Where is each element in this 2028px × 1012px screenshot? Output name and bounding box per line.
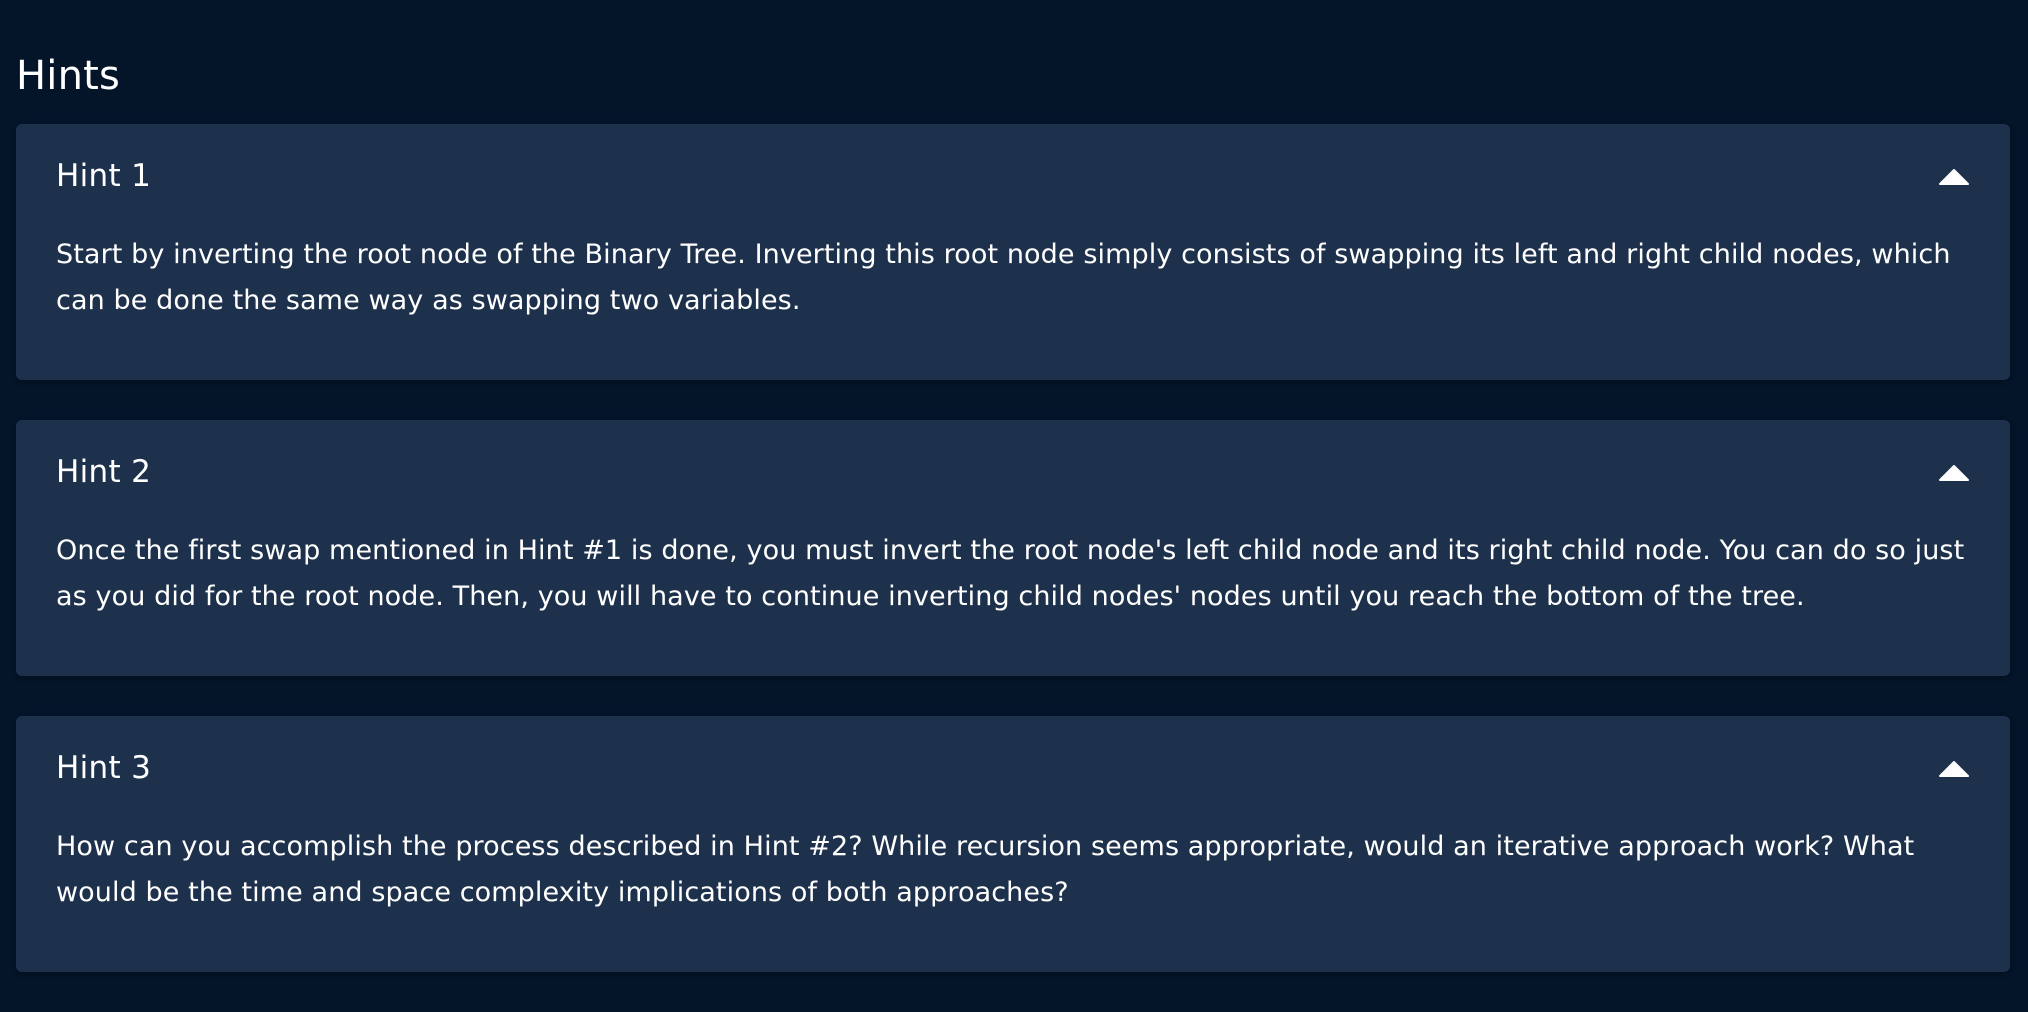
hint-1-label: Hint 1 bbox=[56, 158, 152, 194]
hint-2-toggle[interactable]: Hint 2 bbox=[56, 420, 1970, 524]
hint-3-label: Hint 3 bbox=[56, 750, 152, 786]
hint-1-text: Start by inverting the root node of the … bbox=[56, 239, 1951, 316]
hints-list: Hint 1 Start by inverting the root node … bbox=[16, 124, 2010, 1012]
hint-2-label: Hint 2 bbox=[56, 454, 152, 490]
hint-card-1: Hint 1 Start by inverting the root node … bbox=[16, 124, 2010, 380]
hint-2-text: Once the first swap mentioned in Hint #1… bbox=[56, 535, 1965, 612]
caret-up-icon[interactable] bbox=[1938, 166, 1970, 186]
hint-3-text: How can you accomplish the process descr… bbox=[56, 831, 1915, 908]
hint-1-toggle[interactable]: Hint 1 bbox=[56, 124, 1970, 228]
caret-up-icon[interactable] bbox=[1938, 758, 1970, 778]
hint-card-2: Hint 2 Once the first swap mentioned in … bbox=[16, 420, 2010, 676]
hints-heading: Hints bbox=[16, 53, 121, 99]
caret-up-icon[interactable] bbox=[1938, 462, 1970, 482]
hint-card-3: Hint 3 How can you accomplish the proces… bbox=[16, 716, 2010, 972]
hint-3-toggle[interactable]: Hint 3 bbox=[56, 716, 1970, 820]
